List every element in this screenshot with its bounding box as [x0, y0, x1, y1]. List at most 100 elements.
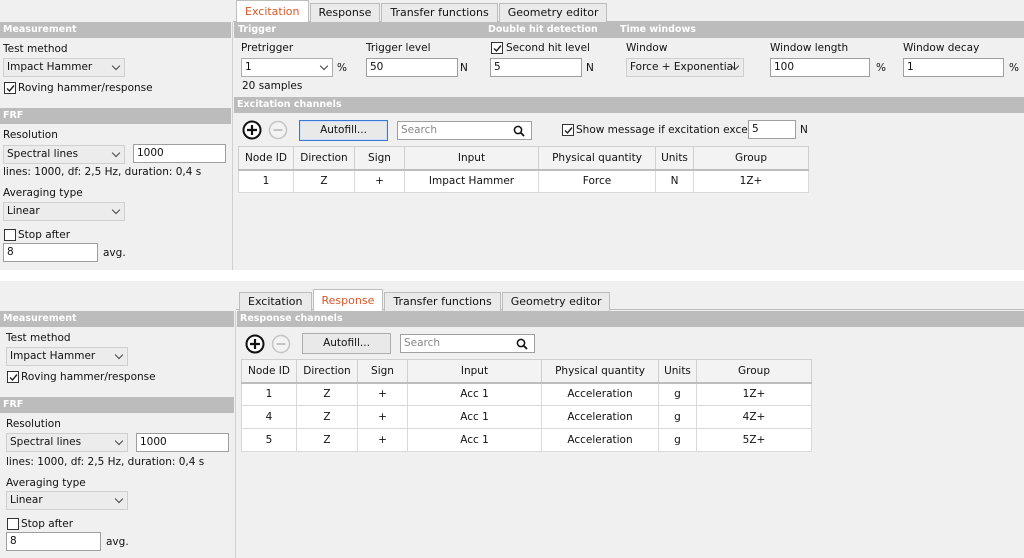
show-message-input[interactable]: 5 — [748, 120, 796, 139]
column-header-direction[interactable]: Direction — [293, 146, 355, 171]
column-header-sign[interactable]: Sign — [354, 146, 405, 171]
averaging-select[interactable]: Linear — [6, 491, 128, 510]
trigger-level-input[interactable]: 50 — [366, 58, 458, 77]
tab-excitation[interactable]: Excitation — [239, 292, 312, 311]
table-cell-input[interactable]: Acc 1 — [407, 405, 542, 429]
second-hit-label: Second hit level — [506, 42, 590, 54]
roving-checkbox[interactable] — [4, 82, 16, 94]
resolution-mode-select[interactable]: Spectral lines — [6, 433, 128, 452]
table-cell-physical-quantity[interactable]: Force — [538, 169, 656, 193]
table-row[interactable]: 4 Z + Acc 1 Acceleration g 4Z+ — [241, 405, 812, 429]
table-cell-input[interactable]: Acc 1 — [407, 382, 542, 406]
tab-geometry-editor[interactable]: Geometry editor — [498, 3, 608, 22]
autofill-button[interactable]: Autofill... — [302, 333, 391, 354]
autofill-button[interactable]: Autofill... — [299, 120, 388, 141]
column-header-group[interactable]: Group — [693, 146, 809, 171]
show-message-checkbox[interactable] — [562, 124, 574, 136]
table-cell-sign[interactable]: + — [357, 405, 408, 429]
table-cell-units[interactable]: g — [658, 405, 697, 429]
tab-response[interactable]: Response — [312, 289, 384, 311]
column-header-units[interactable]: Units — [658, 359, 697, 384]
test-method-select[interactable]: Impact Hammer — [6, 347, 128, 366]
table-cell-sign[interactable]: + — [354, 169, 405, 193]
column-header-input[interactable]: Input — [407, 359, 542, 384]
table-cell-group[interactable]: 1Z+ — [693, 169, 809, 193]
column-header-node-id[interactable]: Node ID — [241, 359, 297, 384]
check-icon — [493, 45, 502, 53]
window-length-input[interactable]: 100 — [770, 58, 870, 77]
table-cell-sign[interactable]: + — [357, 428, 408, 452]
trigger-level-unit: N — [460, 62, 468, 74]
remove-channel-button[interactable] — [271, 334, 291, 354]
table-cell-group[interactable]: 1Z+ — [696, 382, 812, 406]
search-input[interactable]: Search — [397, 121, 532, 140]
chevron-down-icon — [111, 205, 121, 215]
stop-after-checkbox[interactable] — [7, 518, 19, 530]
column-header-input[interactable]: Input — [404, 146, 539, 171]
add-channel-button[interactable] — [245, 334, 265, 354]
column-header-sign[interactable]: Sign — [357, 359, 408, 384]
stop-after-label: Stop after — [21, 518, 74, 530]
table-cell-node-id[interactable]: 1 — [238, 169, 294, 193]
table-cell-physical-quantity[interactable]: Acceleration — [541, 428, 659, 452]
table-row[interactable]: 5 Z + Acc 1 Acceleration g 5Z+ — [241, 428, 812, 452]
second-hit-input[interactable]: 5 — [490, 58, 582, 77]
pretrigger-select[interactable]: 1 — [241, 58, 333, 77]
table-cell-direction[interactable]: Z — [296, 428, 358, 452]
table-cell-units[interactable]: g — [658, 428, 697, 452]
stop-after-input[interactable]: 8 — [6, 532, 101, 551]
table-cell-node-id[interactable]: 4 — [241, 405, 297, 429]
averaging-value: Linear — [7, 205, 40, 217]
table-row[interactable]: 1 Z + Impact Hammer Force N 1Z+ — [238, 169, 809, 193]
remove-channel-button[interactable] — [268, 120, 288, 140]
table-cell-node-id[interactable]: 5 — [241, 428, 297, 452]
table-cell-physical-quantity[interactable]: Acceleration — [541, 405, 659, 429]
stop-after-label: Stop after — [18, 229, 71, 241]
table-cell-units[interactable]: g — [658, 382, 697, 406]
add-channel-button[interactable] — [242, 120, 262, 140]
window-select[interactable]: Force + Exponential — [626, 58, 744, 77]
table-cell-group[interactable]: 4Z+ — [696, 405, 812, 429]
column-header-units[interactable]: Units — [655, 146, 694, 171]
table-cell-node-id[interactable]: 1 — [241, 382, 297, 406]
second-hit-checkbox[interactable] — [491, 42, 503, 54]
table-cell-input[interactable]: Acc 1 — [407, 428, 542, 452]
table-cell-sign[interactable]: + — [357, 382, 408, 406]
add-icon — [242, 120, 262, 140]
search-input[interactable]: Search — [400, 334, 535, 353]
avg-unit: avg. — [106, 536, 129, 548]
chevron-down-icon — [319, 61, 329, 71]
table-cell-group[interactable]: 5Z+ — [696, 428, 812, 452]
table-cell-physical-quantity[interactable]: Acceleration — [541, 382, 659, 406]
table-cell-input[interactable]: Impact Hammer — [404, 169, 539, 193]
column-header-physical-quantity[interactable]: Physical quantity — [538, 146, 656, 171]
column-header-direction[interactable]: Direction — [296, 359, 358, 384]
trigger-header: Trigger — [238, 24, 277, 35]
search-icon — [516, 338, 528, 350]
resolution-info: lines: 1000, df: 2,5 Hz, duration: 0,4 s — [6, 456, 205, 468]
resolution-input[interactable]: 1000 — [136, 433, 229, 452]
test-method-select[interactable]: Impact Hammer — [3, 58, 125, 77]
tab-response[interactable]: Response — [309, 3, 381, 22]
column-header-physical-quantity[interactable]: Physical quantity — [541, 359, 659, 384]
window-decay-input[interactable]: 1 — [903, 58, 1004, 77]
stop-after-input[interactable]: 8 — [3, 243, 98, 262]
window-decay-unit: % — [1009, 62, 1019, 74]
table-row[interactable]: 1 Z + Acc 1 Acceleration g 1Z+ — [241, 382, 812, 406]
table-cell-direction[interactable]: Z — [296, 405, 358, 429]
table-cell-direction[interactable]: Z — [293, 169, 355, 193]
table-cell-direction[interactable]: Z — [296, 382, 358, 406]
column-header-group[interactable]: Group — [696, 359, 812, 384]
excitation-channels-header: Excitation channels — [234, 97, 1024, 113]
resolution-mode-select[interactable]: Spectral lines — [3, 145, 125, 164]
tab-transfer-functions[interactable]: Transfer functions — [381, 3, 498, 22]
column-header-node-id[interactable]: Node ID — [238, 146, 294, 171]
tab-geometry-editor[interactable]: Geometry editor — [501, 292, 611, 311]
roving-checkbox[interactable] — [7, 371, 19, 383]
tab-excitation[interactable]: Excitation — [236, 0, 309, 22]
averaging-select[interactable]: Linear — [3, 202, 125, 221]
resolution-input[interactable]: 1000 — [133, 144, 226, 163]
tab-transfer-functions[interactable]: Transfer functions — [384, 292, 501, 311]
stop-after-checkbox[interactable] — [4, 229, 16, 241]
table-cell-units[interactable]: N — [655, 169, 694, 193]
